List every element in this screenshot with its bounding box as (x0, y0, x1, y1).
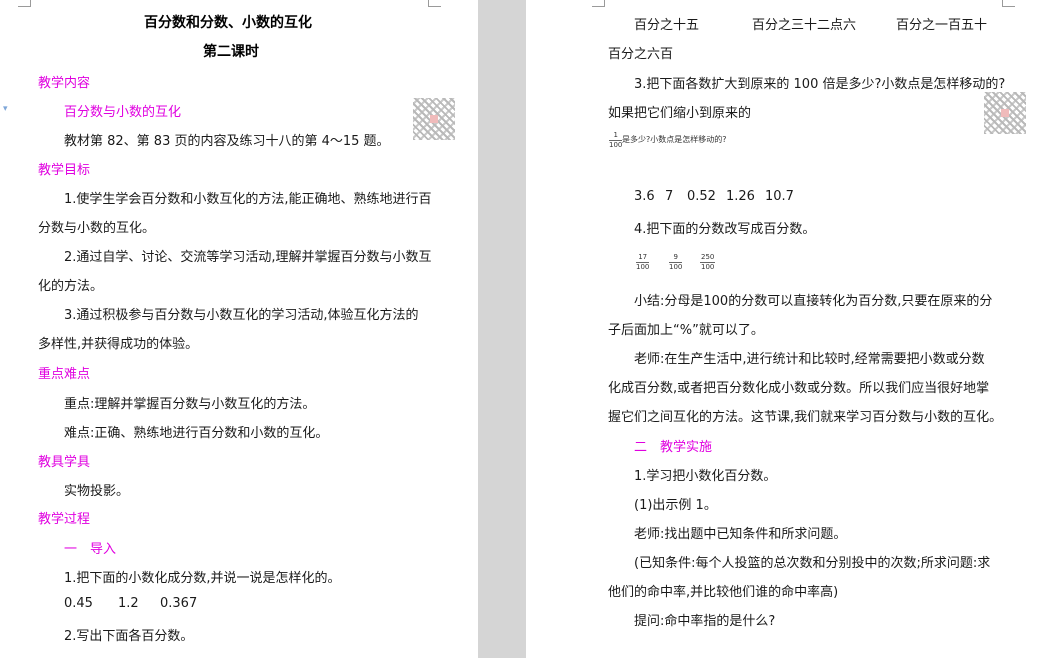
fraction-denominator: 100 (636, 263, 650, 271)
fraction-denominator: 100 (701, 263, 715, 271)
task-1-text: 1.把下面的小数化成分数,并说一说是怎样化的。 (64, 571, 341, 586)
crop-mark-top-right (428, 0, 441, 7)
number-value: 0.52 (687, 189, 716, 204)
section-heading-process: 教学过程 (38, 512, 91, 527)
goal-2-line-2: 化的方法。 (38, 279, 104, 294)
number-value: 10.7 (765, 189, 794, 204)
fraction-denominator: 100 (669, 263, 683, 271)
teacher-line-3: 握它们之间互化的方法。这节课,我们就来学习百分数与小数的互化。 (608, 410, 1003, 425)
fraction-one-hundredth: 1 100 (609, 131, 623, 150)
goal-3-line-2: 多样性,并获得成功的体验。 (38, 337, 199, 352)
goal-2-line-1: 2.通过自学、讨论、交流等学习活动,理解并掌握百分数与小数互 (64, 250, 432, 265)
decimal-value: 0.45 (64, 596, 93, 611)
number-value: 1.26 (726, 189, 755, 204)
key-point-text: 重点:理解并掌握百分数与小数互化的方法。 (64, 397, 316, 412)
number-value: 3.6 (634, 189, 655, 204)
fraction-denominator: 100 (609, 141, 623, 149)
task-4-text: 4.把下面的分数改写成百分数。 (634, 222, 816, 237)
task-3-line-1: 3.把下面各数扩大到原来的 100 倍是多少?小数点是怎样移动的? (634, 77, 1006, 92)
crop-mark-top-left (18, 0, 31, 7)
step-1-1-text: (1)出示例 1。 (634, 498, 717, 513)
lesson-subtitle: 第二课时 (203, 44, 259, 60)
document-title: 百分数和分数、小数的互化 (144, 15, 312, 31)
percent-word: 百分之三十二点六 (752, 18, 857, 33)
teacher-line-1: 老师:在生产生活中,进行统计和比较时,经常需要把小数或分数 (634, 352, 985, 367)
percent-word: 百分之一百五十 (896, 18, 988, 33)
decimal-value: 0.367 (160, 596, 198, 611)
section-heading-tools: 教具学具 (38, 455, 91, 470)
fraction-numerator: 17 (636, 253, 650, 263)
goal-3-line-1: 3.通过积极参与百分数与小数互化的学习活动,体验互化方法的 (64, 308, 419, 323)
task-3-line-3: 是多少?小数点是怎样移动的? (622, 135, 727, 144)
number-value: 7 (665, 189, 674, 204)
summary-line-2: 子后面加上“%”就可以了。 (608, 323, 764, 338)
teacher-line-2: 化成百分数,或者把百分数化成小数或分数。所以我们应当很好地掌 (608, 381, 990, 396)
task-3-line-2: 如果把它们缩小到原来的 (608, 106, 752, 121)
intro-heading: 一 导入 (64, 542, 117, 557)
fraction-numerator: 1 (609, 131, 623, 141)
condition-line-1: (已知条件:每个人投篮的总次数和分别投中的次数;所求问题:求 (634, 556, 991, 571)
decimal-value: 1.2 (118, 596, 139, 611)
fraction-item: 9 100 (669, 253, 683, 272)
section-heading-goals: 教学目标 (38, 163, 91, 178)
content-text: 教材第 82、第 83 页的内容及练习十八的第 4～15 题。 (64, 134, 390, 149)
question-text: 提问:命中率指的是什么? (634, 614, 776, 629)
implement-heading: 二 教学实施 (634, 440, 713, 455)
fraction-item: 17 100 (636, 253, 650, 272)
qr-code-watermark (984, 92, 1026, 134)
crop-mark-top-left (592, 0, 605, 7)
document-page-left: ▾ 百分数和分数、小数的互化 第二课时 教学内容 百分数与小数的互化 教材第 8… (0, 0, 478, 658)
fraction-numerator: 9 (669, 253, 683, 263)
section-heading-key-points: 重点难点 (38, 367, 91, 382)
percent-word: 百分之十五 (634, 18, 700, 33)
tools-text: 实物投影。 (64, 484, 130, 499)
percent-word: 百分之六百 (608, 47, 674, 62)
content-topic: 百分数与小数的互化 (64, 105, 182, 120)
goal-1-line-2: 分数与小数的互化。 (38, 221, 156, 236)
cursor-marker-icon: ▾ (3, 104, 8, 114)
fraction-numerator: 250 (700, 253, 716, 263)
goal-1-line-1: 1.使学生学会百分数和小数互化的方法,能正确地、熟练地进行百 (64, 192, 432, 207)
task-2-text: 2.写出下面各百分数。 (64, 629, 194, 644)
summary-line-1: 小结:分母是100的分数可以直接转化为百分数,只要在原来的分 (634, 294, 993, 309)
qr-code-watermark (413, 98, 455, 140)
fraction-item: 250 100 (700, 253, 716, 272)
teacher-2-text: 老师:找出题中已知条件和所求问题。 (634, 527, 847, 542)
document-page-right: 百分之十五 百分之三十二点六 百分之一百五十 百分之六百 3.把下面各数扩大到原… (526, 0, 1042, 658)
condition-line-2: 他们的命中率,并比较他们谁的命中率高) (608, 585, 839, 600)
section-heading-content: 教学内容 (38, 76, 91, 91)
difficult-point-text: 难点:正确、熟练地进行百分数和小数的互化。 (64, 426, 329, 441)
crop-mark-top-right (1002, 0, 1015, 7)
step-1-text: 1.学习把小数化百分数。 (634, 469, 777, 484)
